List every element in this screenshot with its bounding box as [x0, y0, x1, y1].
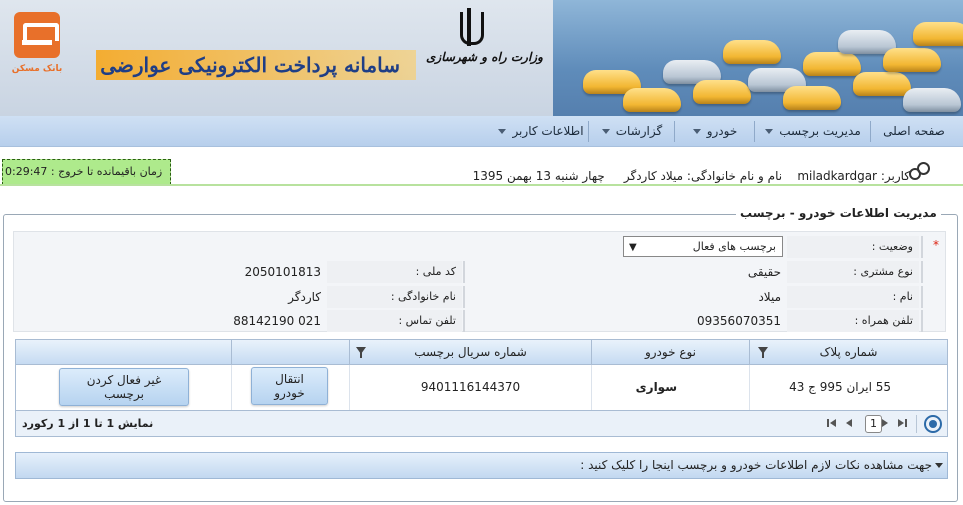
status-label: وضعیت : [787, 236, 919, 258]
transfer-vehicle-button[interactable]: انتقال خودرو [251, 367, 328, 405]
panel-title: مدیریت اطلاعات خودرو - برچسب [736, 206, 941, 220]
fullname-label: نام و نام خانوادگی: [686, 169, 783, 183]
iran-emblem-icon [452, 8, 486, 48]
first-name-label: نام : [787, 286, 919, 308]
filter-icon[interactable] [356, 347, 366, 358]
status-select[interactable]: برچسب های فعال ▼ [623, 236, 783, 257]
menu-item-label: صفحه اصلی [883, 124, 945, 138]
vehicle-type-cell: سواری [591, 365, 749, 410]
user-info: کاربر: miladkardgar نام و نام خانوادگی: … [470, 169, 910, 183]
last-page-icon[interactable] [830, 419, 836, 427]
bank-maskan-logo-icon: بانک مسکن [8, 12, 66, 82]
session-divider [0, 184, 963, 186]
dropdown-arrow-icon: ▼ [629, 242, 637, 253]
menu-item-user-info[interactable]: اطلاعات کاربر [497, 116, 585, 147]
column-header-label: نوع خودرو [644, 345, 697, 359]
header-banner: بانک مسکن سامانه پرداخت الکترونیکی عوارض… [0, 0, 963, 116]
page-info: نمایش 1 تا 1 از 1 رکورد [22, 417, 154, 430]
phone-label: تلفن تماس : [327, 310, 462, 332]
required-mark: * [933, 238, 939, 252]
vehicle-grid: شماره پلاک نوع خودرو شماره سریال برچسب 5… [15, 339, 948, 437]
menu-item-label: اطلاعات کاربر [512, 124, 584, 138]
ministry-name: وزارت راه و شهرسازی [426, 50, 543, 64]
national-id-label: کد ملی : [327, 261, 462, 283]
mobile-label: تلفن همراه : [787, 310, 919, 332]
menu-item-reports[interactable]: گزارشات [593, 116, 671, 147]
plate-cell: 55 ایران 995 ج 43 [749, 365, 947, 410]
system-title: سامانه پرداخت الکترونیکی عوارضی [100, 53, 400, 77]
chevron-down-icon [765, 129, 774, 134]
last-name-value: کاردگر [288, 290, 321, 304]
bank-name: بانک مسکن [11, 64, 63, 74]
menu-item-home[interactable]: صفحه اصلی [875, 116, 953, 147]
filter-icon[interactable] [758, 347, 768, 358]
chevron-down-icon [601, 129, 610, 134]
national-id-value: 2050101813 [244, 265, 321, 279]
chevron-down-icon [498, 129, 507, 134]
menu-item-label-management[interactable]: مدیریت برچسب [759, 116, 867, 147]
page-number-input[interactable]: 1 [865, 415, 882, 433]
fullname: میلاد کاردگر [623, 169, 684, 183]
first-page-icon[interactable] [898, 419, 904, 427]
column-header-label: شماره سریال برچسب [414, 345, 527, 359]
grid-header: شماره پلاک نوع خودرو شماره سریال برچسب [16, 340, 947, 365]
column-header-actions [16, 340, 231, 365]
column-header-transfer [231, 340, 349, 365]
refresh-icon[interactable] [924, 415, 942, 433]
column-header-vehicle-type[interactable]: نوع خودرو [591, 340, 749, 365]
last-name-label: نام خانوادگی : [327, 286, 462, 308]
username: miladkardgar [797, 169, 877, 183]
timer-label: زمان باقیمانده تا خروج : [50, 165, 163, 178]
status-selected-value: برچسب های فعال [692, 240, 776, 253]
customer-type-label: نوع مشتری : [787, 261, 919, 283]
phone-value: 021 88142190 [233, 314, 321, 328]
menu-item-label: گزارشات [615, 124, 663, 138]
next-page-icon[interactable] [846, 419, 852, 427]
customer-type-value: حقیقی [747, 265, 781, 279]
column-header-label: شماره پلاک [819, 345, 878, 359]
serial-cell: 9401116144370 [349, 365, 591, 410]
cars-illustration [553, 0, 963, 116]
current-date: چهار شنبه 13 بهمن 1395 [472, 169, 605, 183]
chevron-down-icon [935, 463, 943, 468]
user-label: کاربر: [880, 169, 910, 183]
users-icon [907, 160, 933, 184]
deactivate-label-button[interactable]: غیر فعال کردن برچسب [59, 368, 189, 406]
vehicle-tips-expander[interactable]: جهت مشاهده نکات لازم اطلاعات خودرو و برچ… [15, 452, 948, 479]
first-name-value: میلاد [758, 290, 781, 304]
timer-value: 0:29:47 [5, 165, 48, 178]
menu-item-label: خودرو [706, 124, 738, 138]
column-header-serial[interactable]: شماره سریال برچسب [349, 340, 591, 365]
prev-page-icon[interactable] [882, 419, 888, 427]
menu-item-vehicle[interactable]: خودرو [679, 116, 751, 147]
session-timer: 0:29:47 زمان باقیمانده تا خروج : [2, 159, 171, 185]
menu-item-label: مدیریت برچسب [779, 124, 861, 138]
tips-text: جهت مشاهده نکات لازم اطلاعات خودرو و برچ… [580, 458, 932, 472]
column-header-plate[interactable]: شماره پلاک [749, 340, 947, 365]
chevron-down-icon [692, 129, 701, 134]
grid-pager: 1 نمایش 1 تا 1 از 1 رکورد [16, 410, 947, 436]
mobile-value: 09356070351 [697, 314, 781, 328]
main-menu-bar: صفحه اصلی مدیریت برچسب خودرو گزارشات اطل… [0, 116, 963, 147]
